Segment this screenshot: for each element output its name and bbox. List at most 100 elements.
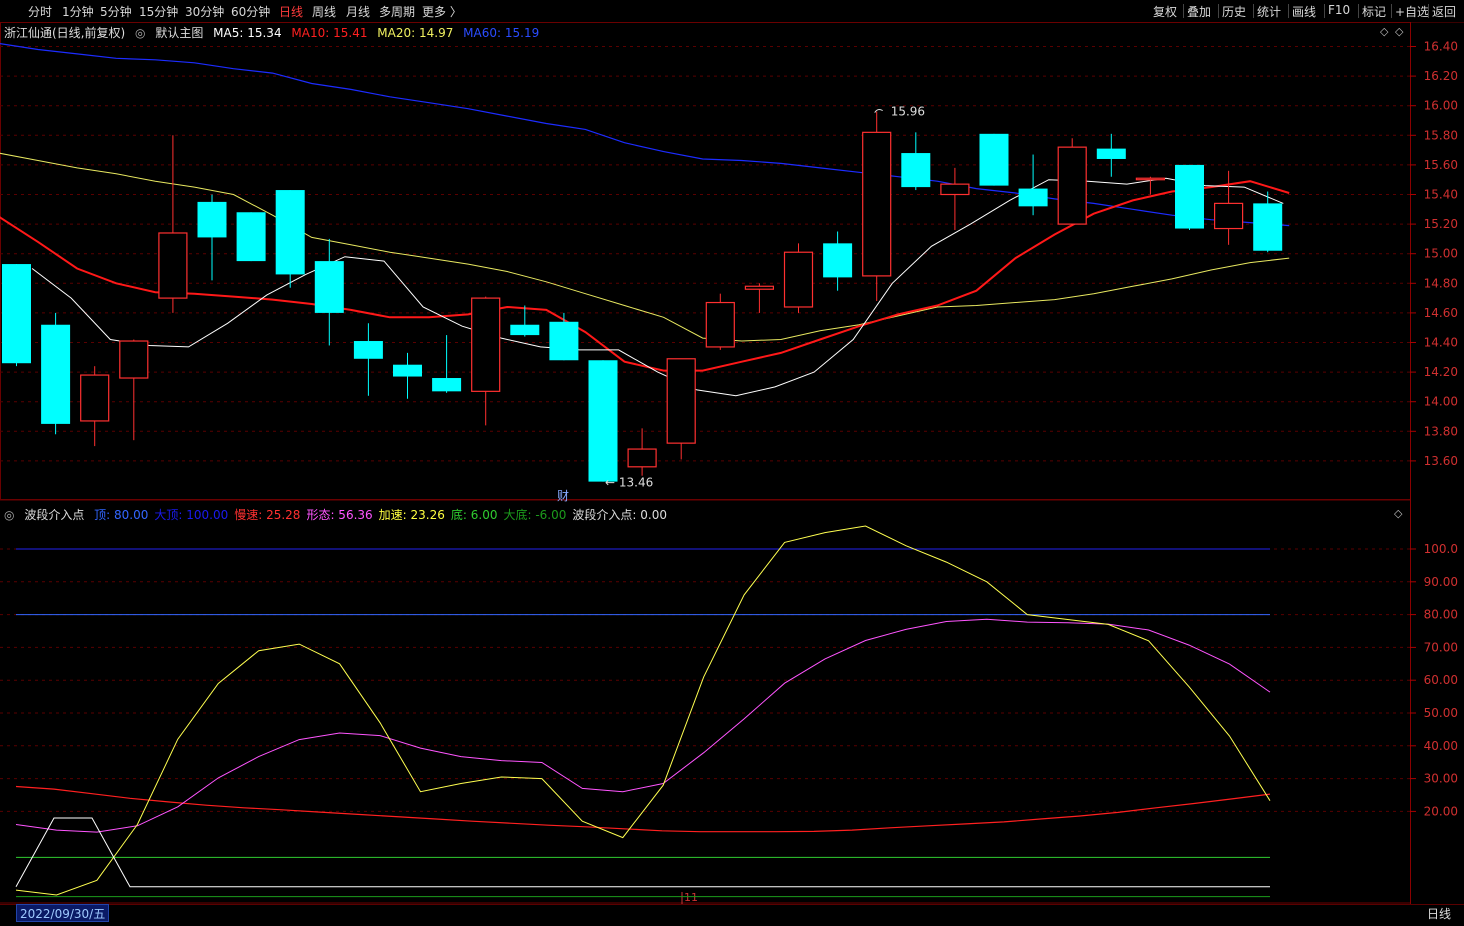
indicator-tick-label: 20.00 xyxy=(1424,804,1458,818)
period-tab-9[interactable]: 多周期 xyxy=(379,3,415,20)
main-legend: 浙江仙通(日线,前复权) ◎ 默认主图 MA5: 15.34 MA10: 15.… xyxy=(4,24,545,41)
indicator-tick-label: 70.00 xyxy=(1424,640,1458,654)
period-tab-3[interactable]: 15分钟 xyxy=(139,3,178,20)
candle-body xyxy=(979,133,1009,186)
toolbar-separator xyxy=(1428,4,1429,18)
indicator-tick-label: 40.00 xyxy=(1424,739,1458,753)
period-tab-0[interactable]: 分时 xyxy=(28,3,52,20)
period-label[interactable]: 日线 xyxy=(1414,905,1464,922)
ma20-label: MA20: 14.97 xyxy=(377,26,454,40)
toolbar-separator xyxy=(1253,4,1254,18)
candle-body xyxy=(627,448,657,468)
period-tab-6[interactable]: 日线 xyxy=(279,3,303,20)
toolbar-button-2[interactable]: 历史 xyxy=(1222,3,1246,20)
indicator-item-6: 大底: -6.00 xyxy=(503,508,567,522)
candle-body xyxy=(1096,148,1126,159)
diamond-icon[interactable]: ◇ xyxy=(1395,25,1403,38)
price-tick-label: 15.40 xyxy=(1424,188,1458,202)
kline-chart: 16.40 16.20 16.00 15.80 15.60 15.40 15.20 15.00… xyxy=(0,22,1458,904)
toolbar-separator xyxy=(1288,4,1289,18)
indicator-tick-label: 30.00 xyxy=(1424,772,1458,786)
price-tick-label: 14.00 xyxy=(1424,395,1458,409)
candle-body xyxy=(1135,177,1166,181)
toolbar-button-3[interactable]: 统计 xyxy=(1257,3,1281,20)
diamond-icon[interactable]: ◇ xyxy=(1380,25,1388,38)
indicator-item-7: 波段介入点: 0.00 xyxy=(572,508,667,522)
financial-mark: 财 xyxy=(557,489,569,503)
toolbar-separator xyxy=(1358,4,1359,18)
template-chevron-icon[interactable]: ◎ xyxy=(135,26,145,40)
candle-body xyxy=(393,364,422,377)
indicator-tick-label: 60.00 xyxy=(1424,673,1458,687)
price-tick-label: 14.60 xyxy=(1424,306,1458,320)
candle-body xyxy=(783,251,814,308)
diamond-icon[interactable]: ◇ xyxy=(1394,507,1402,520)
candle-body xyxy=(588,360,618,482)
bottom-bar xyxy=(0,904,1464,926)
template-label[interactable]: 默认主图 xyxy=(155,26,203,40)
toolbar-separator xyxy=(1391,4,1392,18)
ma60-line xyxy=(0,43,1290,227)
period-tab-5[interactable]: 60分钟 xyxy=(231,3,270,20)
price-tick-label: 16.40 xyxy=(1424,40,1458,54)
candle-body xyxy=(41,324,71,424)
candle-body xyxy=(862,131,892,277)
toolbar-button-4[interactable]: 画线 xyxy=(1292,3,1316,20)
candle-body xyxy=(1253,203,1283,251)
indicator-item-3: 形态: 56.36 xyxy=(306,508,373,522)
period-tab-7[interactable]: 周线 xyxy=(312,3,336,20)
period-tab-10[interactable]: 更多 〉 xyxy=(422,3,462,20)
indicator-legend: ◎ 波段介入点 顶: 80.00 大顶: 100.00 慢速: 25.28 形态: 5… xyxy=(4,506,673,523)
candle-body xyxy=(510,324,540,336)
low-label: ← 13.46 xyxy=(605,476,653,490)
toolbar-button-6[interactable]: 标记 xyxy=(1362,3,1386,20)
price-tick-label: 14.40 xyxy=(1424,336,1458,350)
candle-body xyxy=(2,264,31,364)
toolbar-button-5[interactable]: F10 xyxy=(1328,3,1350,17)
indicator-item-0: 顶: 80.00 xyxy=(94,508,149,522)
indicator-chevron-icon[interactable]: ◎ xyxy=(4,508,14,522)
price-tick-label: 15.00 xyxy=(1424,247,1458,261)
candle-body xyxy=(432,378,462,392)
candle-body xyxy=(1057,146,1087,225)
indicator-tick-label: 100.0 xyxy=(1424,542,1458,556)
candle-body xyxy=(1213,202,1244,230)
toolbar-button-0[interactable]: 复权 xyxy=(1153,3,1177,20)
toolbar-separator xyxy=(1218,4,1219,18)
indicator-tick-label: 50.00 xyxy=(1424,706,1458,720)
period-toolbar: 分时 1分钟 5分钟 15分钟 30分钟 60分钟 日线 周线 月线 多周期 更多 〉 复权 叠加 历史统… xyxy=(0,0,1464,23)
candle-body xyxy=(158,232,188,299)
candle-body xyxy=(80,374,110,422)
slow-line xyxy=(15,785,1271,833)
toolbar-separator xyxy=(1183,4,1184,18)
price-tick-label: 13.60 xyxy=(1424,454,1458,468)
month-mark: 11 xyxy=(684,891,698,904)
indicator-title[interactable]: 波段介入点 xyxy=(24,508,84,522)
candle-body xyxy=(940,183,970,196)
ma60-label: MA60: 15.19 xyxy=(463,26,540,40)
price-tick-label: 16.00 xyxy=(1424,99,1458,113)
candle-body xyxy=(1175,164,1204,229)
toolbar-button-8[interactable]: 返回 xyxy=(1432,3,1456,20)
toolbar-separator xyxy=(1324,4,1325,18)
toolbar-button-7[interactable]: +自选 xyxy=(1395,3,1429,20)
candle-body xyxy=(353,341,383,359)
period-tab-4[interactable]: 30分钟 xyxy=(185,3,224,20)
indicator-tick-label: 80.00 xyxy=(1424,608,1458,622)
period-tab-2[interactable]: 5分钟 xyxy=(100,3,132,20)
price-tick-label: 13.80 xyxy=(1424,424,1458,438)
candle-body xyxy=(314,261,344,313)
candle-body xyxy=(275,190,305,275)
period-tab-8[interactable]: 月线 xyxy=(346,3,370,20)
candle-body xyxy=(901,153,931,188)
signal-line xyxy=(15,817,1270,888)
price-tick-label: 15.80 xyxy=(1424,128,1458,142)
shape-line xyxy=(15,618,1271,833)
candle-body xyxy=(666,358,696,444)
period-tab-1[interactable]: 1分钟 xyxy=(62,3,94,20)
candle-body xyxy=(119,340,149,379)
toolbar-button-1[interactable]: 叠加 xyxy=(1187,3,1211,20)
candle-body xyxy=(471,297,501,392)
candle-body xyxy=(744,285,775,290)
candle-body xyxy=(823,243,853,278)
